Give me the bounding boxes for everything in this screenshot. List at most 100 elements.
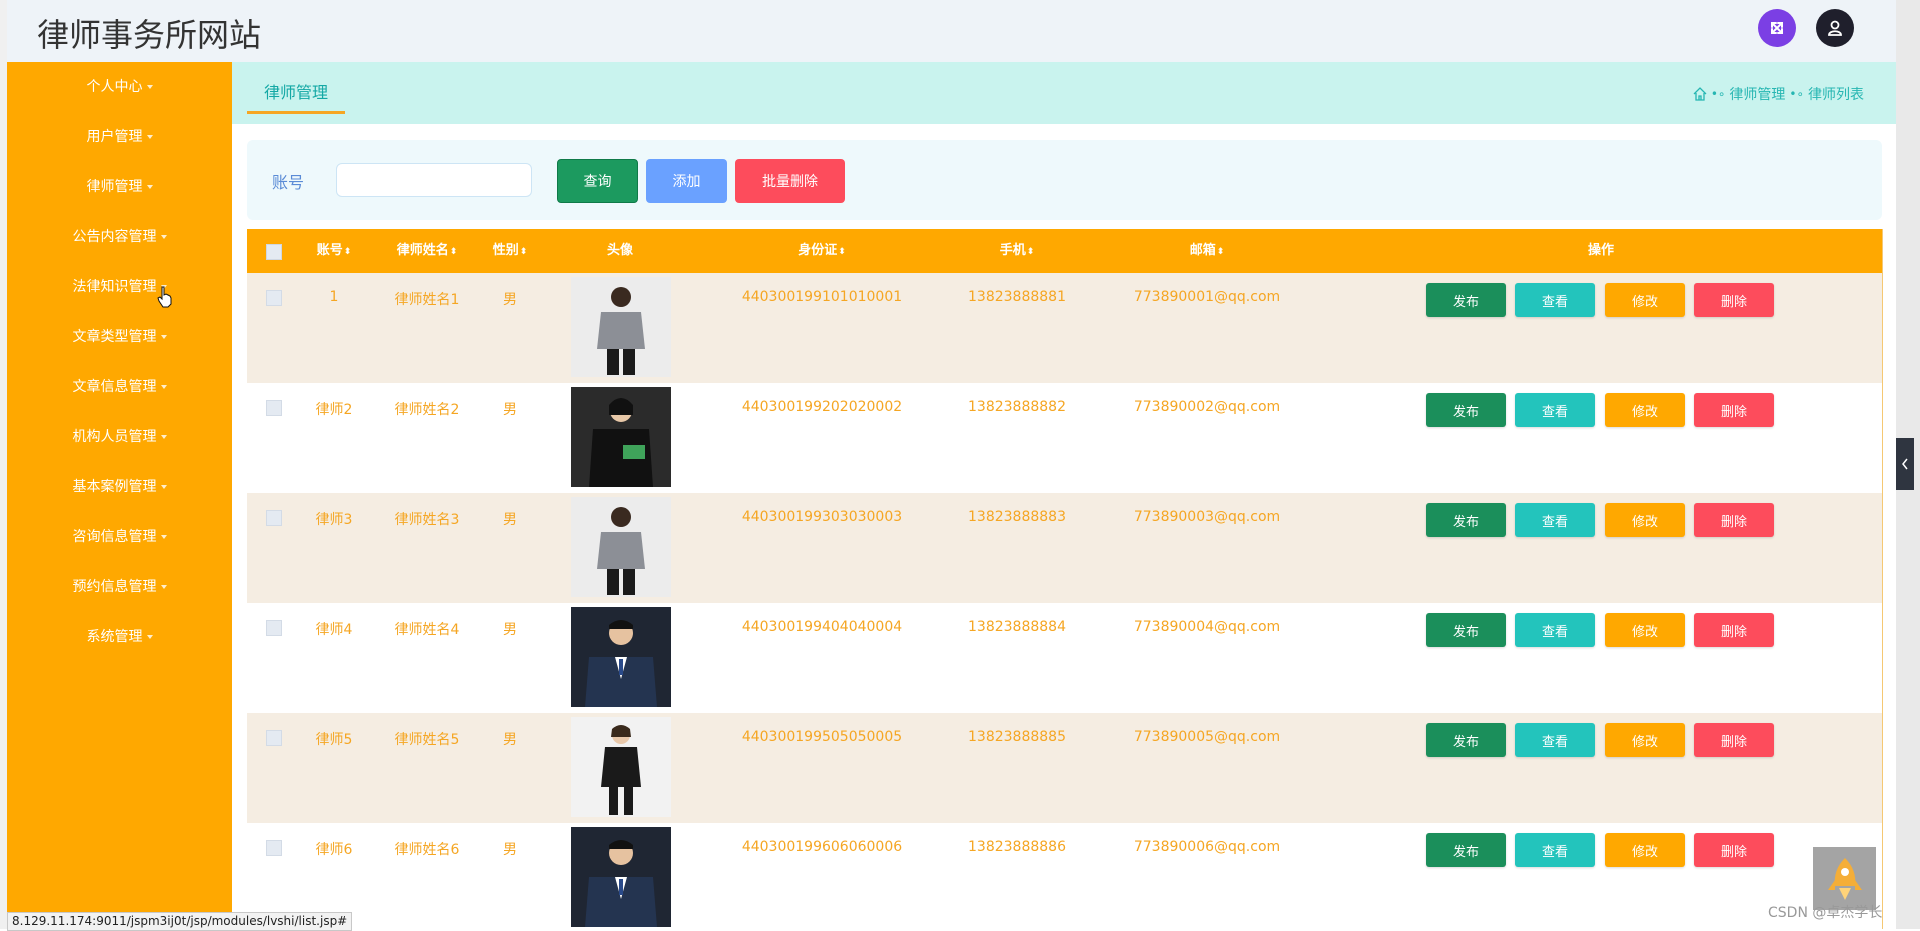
search-panel: 账号 查询 添加 批量删除 [247,140,1882,220]
sort-icon: ⬍ [838,247,846,257]
delete-button[interactable]: 删除 [1694,833,1774,867]
sidebar-item-announcements[interactable]: 公告内容管理 [7,227,232,247]
row-checkbox[interactable] [266,730,282,746]
sort-icon: ⬍ [449,247,458,257]
sidebar-item-article-types[interactable]: 文章类型管理 [7,327,232,347]
row-checkbox[interactable] [266,620,282,636]
sidebar-item-users[interactable]: 用户管理 [7,127,232,147]
view-button[interactable]: 查看 [1515,503,1595,537]
sidebar-item-label: 咨询信息管理 [72,529,157,545]
account-search-input[interactable] [336,163,532,197]
edit-button[interactable]: 修改 [1605,613,1685,647]
breadcrumb: •∘ 律师管理 •∘ 律师列表 [1693,84,1864,104]
publish-button[interactable]: 发布 [1426,723,1506,757]
view-button[interactable]: 查看 [1515,393,1595,427]
breadcrumb-item[interactable]: 律师管理 [1729,84,1785,104]
cell-email: 773890006@qq.com [1133,839,1281,855]
view-button[interactable]: 查看 [1515,283,1595,317]
site-title: 律师事务所网站 [37,16,262,54]
table-header: 账号⬍ 律师姓名⬍ 性别⬍ 头像 身份证⬍ 手机⬍ 邮箱⬍ 操作 [247,229,1882,273]
sidebar-item-consultations[interactable]: 咨询信息管理 [7,527,232,547]
column-header-account[interactable]: 账号⬍ [317,229,352,273]
delete-button[interactable]: 删除 [1694,283,1774,317]
column-header-gender[interactable]: 性别⬍ [493,229,528,273]
cell-email: 773890005@qq.com [1133,729,1281,745]
publish-button[interactable]: 发布 [1426,283,1506,317]
sidebar-item-staff[interactable]: 机构人员管理 [7,427,232,447]
cell-name: 律师姓名2 [394,402,460,418]
cell-id-card: 440300199505050005 [741,729,903,745]
edit-button[interactable]: 修改 [1605,833,1685,867]
sidebar-item-cases[interactable]: 基本案例管理 [7,477,232,497]
back-to-top-button[interactable] [1813,847,1876,910]
column-header-phone[interactable]: 手机⬍ [1000,229,1035,273]
column-header-name[interactable]: 律师姓名⬍ [397,229,458,273]
sidebar-item-articles[interactable]: 文章信息管理 [7,377,232,397]
cell-name: 律师姓名4 [394,622,460,638]
caret-down-icon [160,485,167,489]
sidebar-item-label: 基本案例管理 [72,479,157,495]
side-panel-toggle[interactable] [1896,438,1914,490]
tab-bar: 律师管理 •∘ 律师管理 •∘ 律师列表 [232,62,1896,124]
delete-button[interactable]: 删除 [1694,393,1774,427]
row-checkbox[interactable] [266,290,282,306]
add-button[interactable]: 添加 [646,159,727,203]
column-header-email[interactable]: 邮箱⬍ [1190,229,1225,273]
sidebar-item-system[interactable]: 系统管理 [7,627,232,647]
caret-down-icon [160,385,167,389]
sidebar-item-lawyers[interactable]: 律师管理 [7,177,232,197]
lawyer-avatar-image [571,607,671,707]
edit-button[interactable]: 修改 [1605,723,1685,757]
sidebar-item-label: 用户管理 [86,129,143,145]
caret-down-icon [160,235,167,239]
search-button[interactable]: 查询 [557,159,638,203]
user-avatar-button[interactable] [1816,9,1854,47]
view-button[interactable]: 查看 [1515,723,1595,757]
select-all-checkbox[interactable] [266,244,282,260]
sidebar-item-label: 律师管理 [86,179,143,195]
fullscreen-button[interactable] [1758,9,1796,47]
cell-account: 1 [329,289,339,305]
sidebar-item-personal-center[interactable]: 个人中心 [7,77,232,97]
sort-icon: ⬍ [343,247,352,257]
tab-lawyer-management[interactable]: 律师管理 [247,75,345,114]
chevron-left-icon [1902,458,1908,470]
lawyer-table: 账号⬍ 律师姓名⬍ 性别⬍ 头像 身份证⬍ 手机⬍ 邮箱⬍ 操作 1 律师姓名1… [247,229,1883,929]
cell-gender: 男 [503,402,517,418]
publish-button[interactable]: 发布 [1426,503,1506,537]
watermark: CSDN @卓杰学长 [1768,905,1883,921]
view-button[interactable]: 查看 [1515,613,1595,647]
sidebar-item-legal-knowledge[interactable]: 法律知识管理 [7,277,232,297]
edit-button[interactable]: 修改 [1605,393,1685,427]
batch-delete-button[interactable]: 批量删除 [735,159,845,203]
edit-button[interactable]: 修改 [1605,503,1685,537]
row-checkbox[interactable] [266,400,282,416]
publish-button[interactable]: 发布 [1426,393,1506,427]
delete-button[interactable]: 删除 [1694,613,1774,647]
delete-button[interactable]: 删除 [1694,503,1774,537]
edit-button[interactable]: 修改 [1605,283,1685,317]
home-icon[interactable] [1693,87,1707,101]
view-button[interactable]: 查看 [1515,833,1595,867]
caret-down-icon [160,535,167,539]
cell-gender: 男 [503,842,517,858]
delete-button[interactable]: 删除 [1694,723,1774,757]
row-checkbox[interactable] [266,510,282,526]
column-header-id-card[interactable]: 身份证⬍ [798,229,846,273]
dot-chain-icon: •∘ [1789,87,1804,101]
table-row: 律师3 律师姓名3 男 440300199303030003 138238888… [247,493,1882,603]
sidebar-item-appointments[interactable]: 预约信息管理 [7,577,232,597]
sidebar-item-label: 公告内容管理 [72,229,157,245]
cell-gender: 男 [503,512,517,528]
sidebar-item-label: 文章类型管理 [72,329,157,345]
publish-button[interactable]: 发布 [1426,833,1506,867]
row-checkbox[interactable] [266,840,282,856]
publish-button[interactable]: 发布 [1426,613,1506,647]
sort-icon: ⬍ [1216,247,1225,257]
breadcrumb-item: 律师列表 [1808,87,1864,103]
cell-phone: 13823888883 [968,509,1066,525]
lawyer-avatar-image [571,827,671,927]
cell-phone: 13823888884 [968,619,1066,635]
caret-down-icon [160,435,167,439]
top-header: 律师事务所网站 [7,0,1896,64]
